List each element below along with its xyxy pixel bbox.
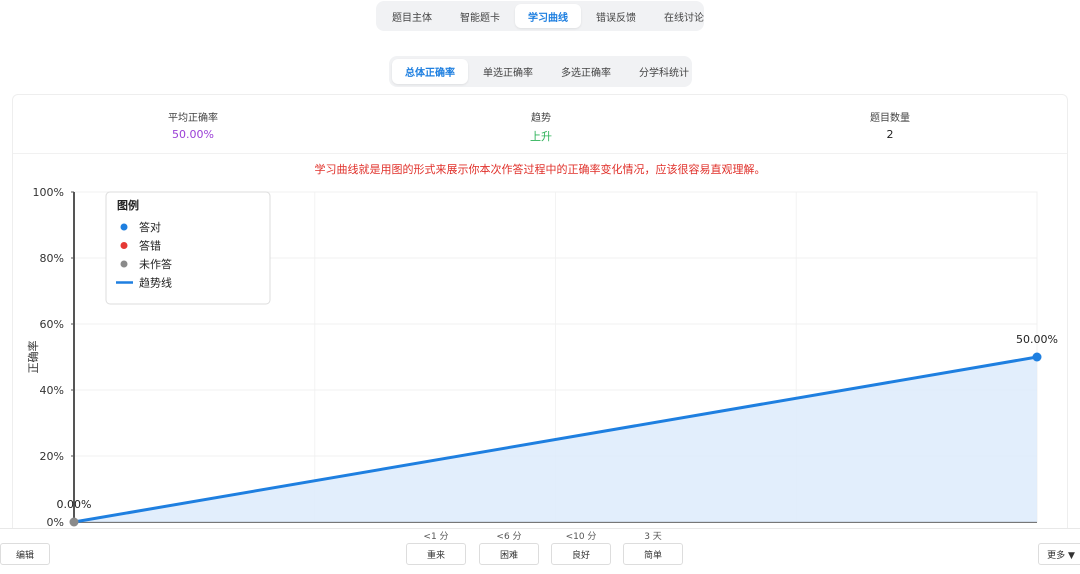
rating-button-1[interactable]: 困难	[479, 543, 539, 565]
legend-item-label: 答对	[139, 220, 161, 234]
data-point-label: 50.00%	[1016, 333, 1058, 346]
y-tick-label: 80%	[40, 252, 64, 265]
y-tick-label: 100%	[33, 186, 64, 199]
edit-button[interactable]: 编辑	[0, 543, 50, 565]
y-tick-label: 20%	[40, 450, 64, 463]
bottom-action-bar: 编辑 <1 分重来 <6 分困难 <10 分良好 3 天简单 更多 ▼	[0, 528, 1080, 574]
rating-interval-label: <1 分	[423, 532, 449, 542]
y-tick-label: 60%	[40, 318, 64, 331]
rating-button-0[interactable]: 重来	[406, 543, 466, 565]
rating-interval-label: <10 分	[565, 532, 597, 542]
legend-title: 图例	[117, 198, 139, 212]
rating-interval-label: 3 天	[644, 532, 662, 542]
rating-button-3[interactable]: 简单	[623, 543, 683, 565]
rating-button-2[interactable]: 良好	[551, 543, 611, 565]
legend-item-label: 未作答	[139, 257, 172, 271]
rating-interval-label: <6 分	[496, 532, 522, 542]
legend-item-label: 答错	[139, 239, 161, 253]
learning-curve-chart: 0%20%40%60%80%100%正确率0.00%50.00%图例答对答错未作…	[26, 186, 1058, 529]
data-point-label: 0.00%	[57, 498, 92, 511]
legend-dot-icon	[120, 242, 128, 249]
legend-dot-icon	[120, 223, 128, 231]
y-tick-label: 40%	[40, 384, 64, 397]
data-point	[1032, 352, 1042, 362]
more-menu-button[interactable]: 更多 ▼	[1038, 543, 1080, 565]
legend-dot-icon	[120, 260, 128, 268]
y-axis-title: 正确率	[26, 341, 40, 374]
data-point	[69, 517, 79, 527]
legend-item-label: 趋势线	[139, 276, 172, 290]
